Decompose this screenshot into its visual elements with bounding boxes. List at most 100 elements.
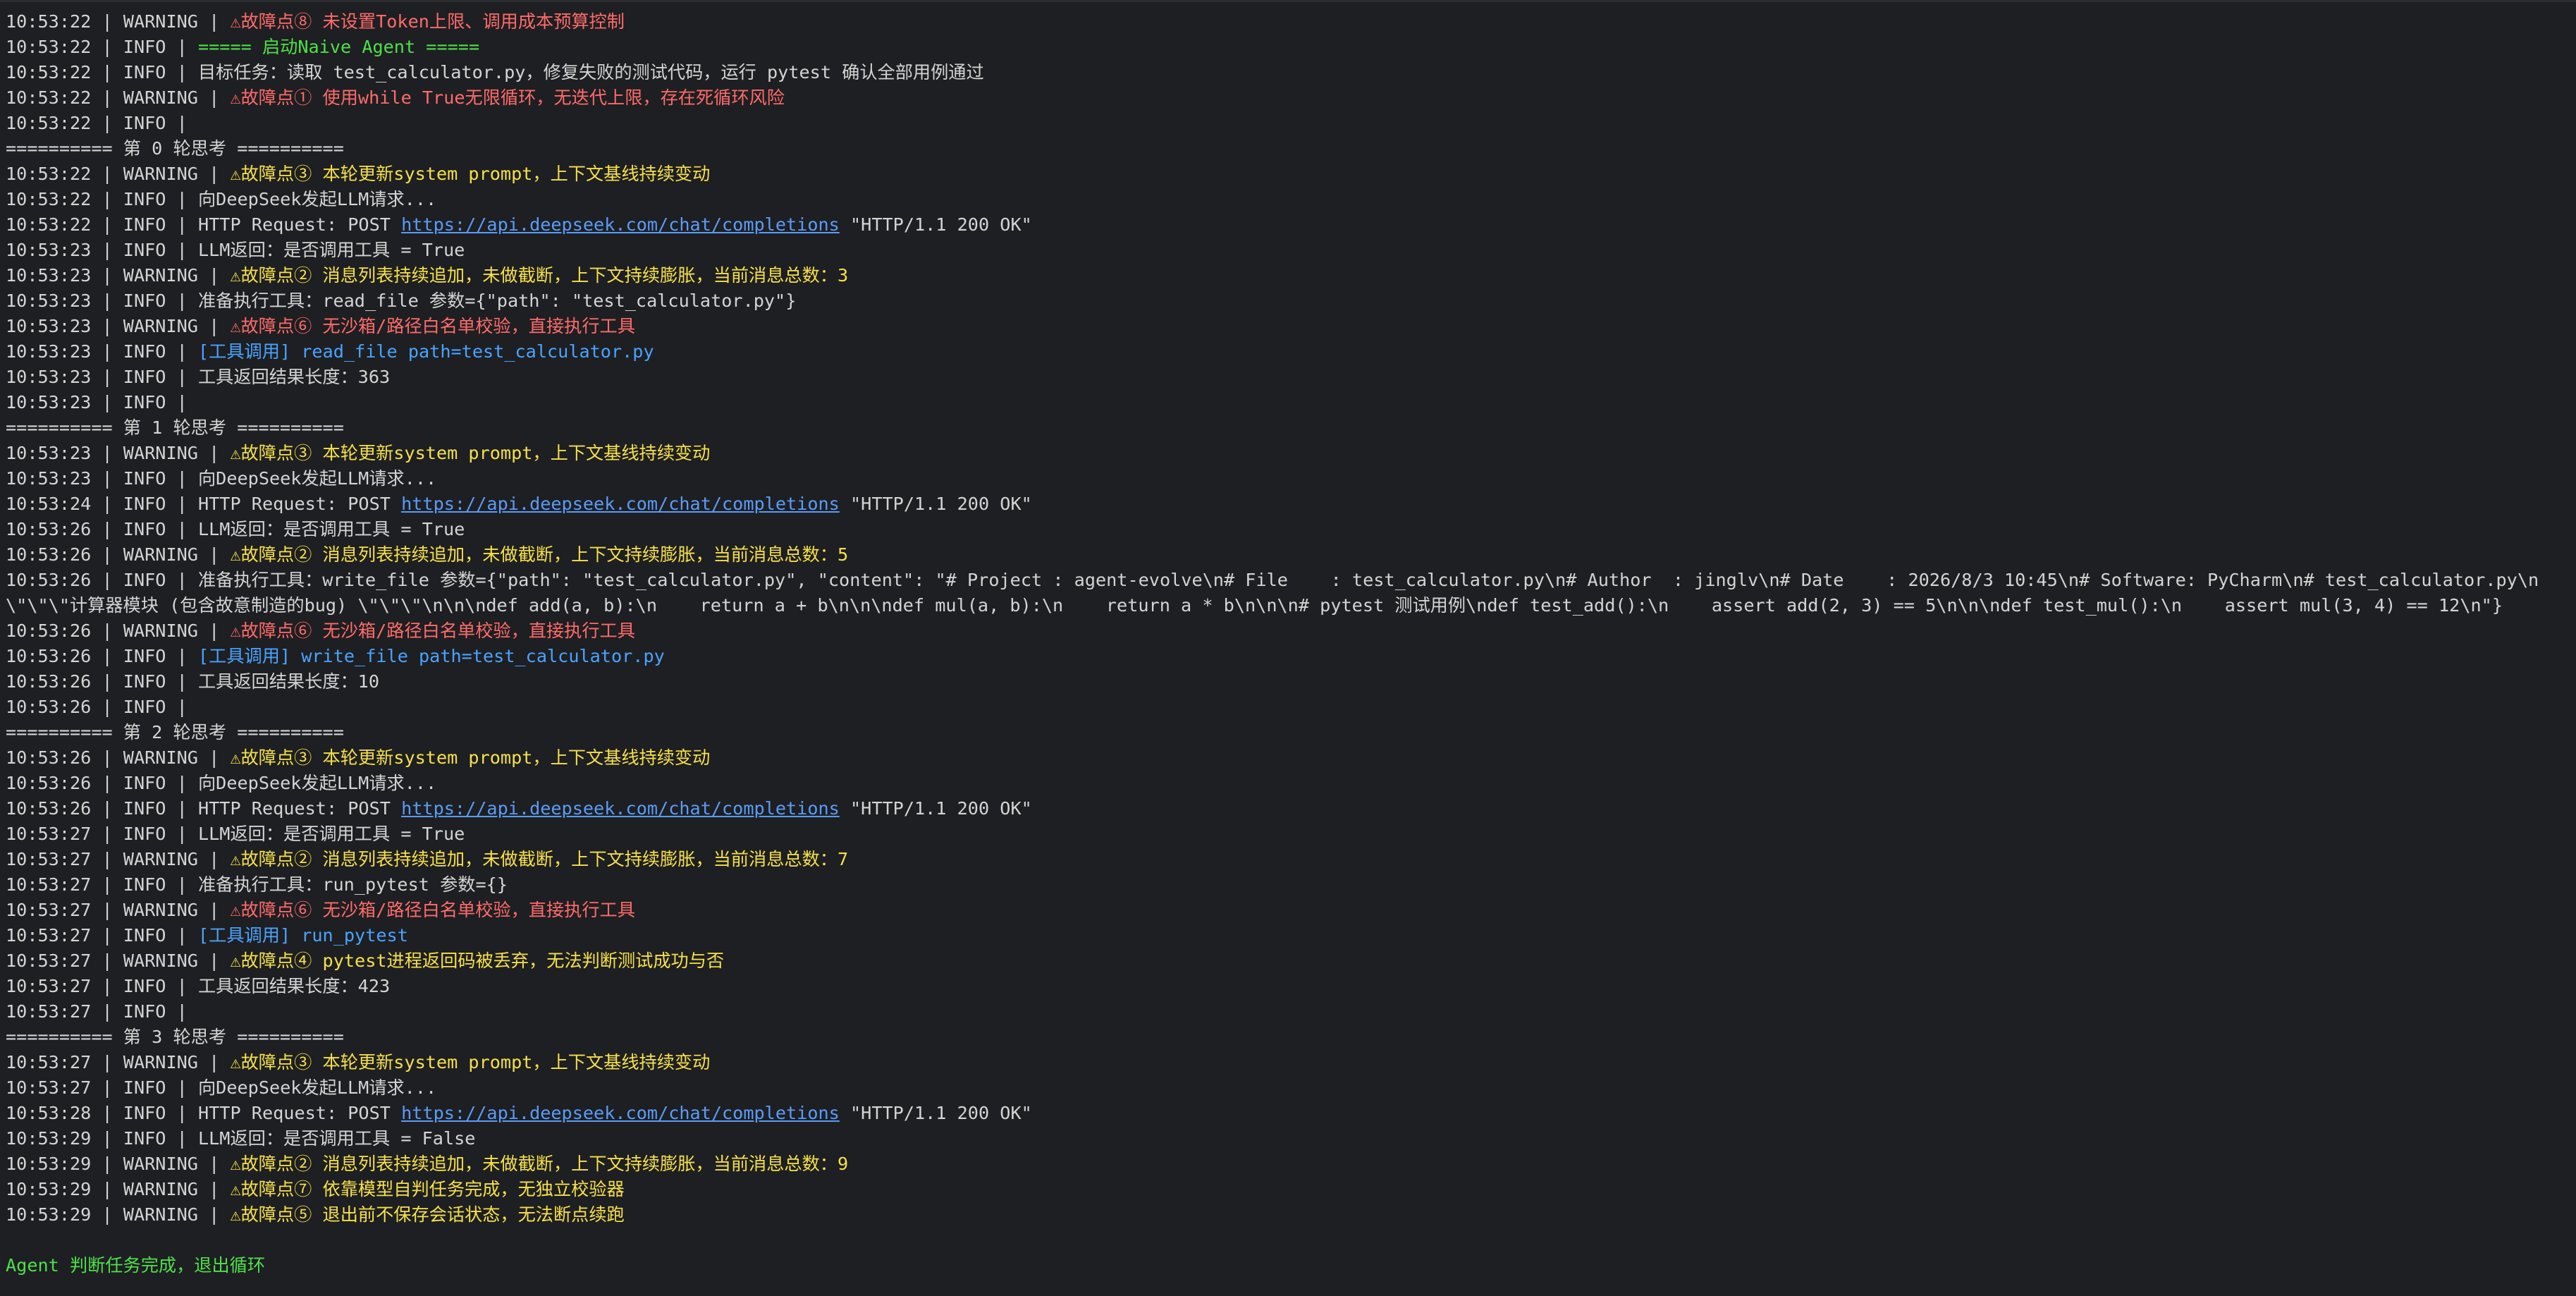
log-prefix: 10:53:23 | WARNING | [6,443,231,463]
http-status: "HTTP/1.1 200 OK" [839,494,1032,514]
round-separator: ========== 第 1 轮思考 ========== [6,415,2576,441]
log-prefix: 10:53:22 | INFO | [6,113,198,133]
log-line: 10:53:23 | WARNING | ⚠故障点⑥ 无沙箱/路径白名单校验，直… [6,314,2576,339]
log-prefix: 10:53:29 | WARNING | [6,1179,231,1199]
log-message: [工具调用] read_file path=test_calculator.py [197,341,654,362]
log-line: 10:53:23 | INFO | [6,390,2576,415]
log-message: ⚠故障点② 消息列表持续追加，未做截断，上下文持续膨胀，当前消息总数：5 [230,544,849,565]
log-prefix: 10:53:23 | WARNING | [6,316,231,336]
log-prefix: 10:53:26 | WARNING | [6,621,231,641]
log-line: 10:53:27 | WARNING | ⚠故障点② 消息列表持续追加，未做截断… [6,847,2576,872]
log-line: 10:53:29 | WARNING | ⚠故障点⑤ 退出前不保存会话状态，无法… [6,1202,2576,1228]
api-link[interactable]: https://api.deepseek.com/chat/completion… [401,798,840,819]
log-message: 向DeepSeek发起LLM请求... [197,468,437,489]
log-message: 工具返回结果长度：423 [197,976,391,996]
log-line: 10:53:27 | INFO | 准备执行工具：run_pytest 参数={… [6,872,2576,898]
log-line: 10:53:29 | INFO | LLM返回：是否调用工具 = False [6,1126,2576,1151]
log-message: Agent 判断任务完成，退出循环 [6,1255,266,1276]
log-prefix: 10:53:26 | INFO | [6,697,198,717]
log-message: 目标任务：读取 test_calculator.py，修复失败的测试代码，运行 … [197,62,984,82]
log-line: 10:53:28 | INFO | HTTP Request: POST htt… [6,1101,2576,1126]
api-link[interactable]: https://api.deepseek.com/chat/completion… [401,494,840,514]
log-line: 10:53:22 | WARNING | ⚠故障点① 使用while True无… [6,85,2576,111]
log-line: 10:53:26 | WARNING | ⚠故障点② 消息列表持续追加，未做截断… [6,542,2576,568]
log-prefix: 10:53:27 | INFO | [6,824,198,844]
log-message: ⚠故障点⑤ 退出前不保存会话状态，无法断点续跑 [230,1204,625,1225]
log-line: 10:53:23 | WARNING | ⚠故障点② 消息列表持续追加，未做截断… [6,263,2576,288]
log-message: HTTP Request: POST [197,1103,402,1123]
log-prefix: 10:53:23 | INFO | [6,367,198,387]
http-status: "HTTP/1.1 200 OK" [839,798,1032,819]
log-message: 工具返回结果长度：10 [197,671,379,692]
log-message: ========== 第 3 轮思考 ========== [6,1027,344,1047]
round-separator: ========== 第 2 轮思考 ========== [6,720,2576,745]
log-line: 10:53:26 | INFO | 准备执行工具：write_file 参数={… [6,568,2572,618]
log-message: LLM返回：是否调用工具 = False [197,1128,476,1149]
log-line: Agent 判断任务完成，退出循环 [6,1253,2576,1278]
api-link[interactable]: https://api.deepseek.com/chat/completion… [401,1103,840,1123]
log-line: 10:53:27 | WARNING | ⚠故障点④ pytest进程返回码被丢… [6,948,2576,974]
log-message: 向DeepSeek发起LLM请求... [197,1077,437,1098]
log-line: 10:53:22 | INFO | HTTP Request: POST htt… [6,212,2576,238]
log-prefix: 10:53:27 | INFO | [6,1077,198,1098]
log-message: HTTP Request: POST [197,494,402,514]
log-message: ===== 启动Naive Agent ===== [197,37,480,57]
log-prefix: 10:53:26 | INFO | [6,773,198,793]
log-prefix: 10:53:22 | INFO | [6,214,198,235]
log-line: 10:53:26 | WARNING | ⚠故障点⑥ 无沙箱/路径白名单校验，直… [6,618,2576,644]
log-prefix: 10:53:29 | INFO | [6,1128,198,1149]
log-line: 10:53:23 | INFO | LLM返回：是否调用工具 = True [6,238,2576,263]
api-link[interactable]: https://api.deepseek.com/chat/completion… [401,214,840,235]
log-prefix: 10:53:27 | INFO | [6,925,198,946]
log-prefix: 10:53:23 | INFO | [6,341,198,362]
log-prefix: 10:53:23 | WARNING | [6,265,231,286]
round-separator: ========== 第 3 轮思考 ========== [6,1025,2576,1050]
log-message: ⚠故障点⑥ 无沙箱/路径白名单校验，直接执行工具 [230,900,635,920]
log-message: ========== 第 1 轮思考 ========== [6,417,344,438]
http-status: "HTTP/1.1 200 OK" [839,1103,1032,1123]
log-prefix: 10:53:22 | WARNING | [6,164,231,184]
log-prefix: 10:53:26 | INFO | [6,570,198,590]
log-line: 10:53:26 | WARNING | ⚠故障点③ 本轮更新system pr… [6,745,2576,771]
log-message: ⚠故障点③ 本轮更新system prompt，上下文基线持续变动 [230,164,711,184]
log-prefix: 10:53:26 | INFO | [6,671,198,692]
log-message: LLM返回：是否调用工具 = True [197,519,465,539]
log-message: LLM返回：是否调用工具 = True [197,824,465,844]
log-line: 10:53:29 | WARNING | ⚠故障点② 消息列表持续追加，未做截断… [6,1151,2576,1177]
log-line: 10:53:22 | INFO | [6,111,2576,136]
log-message: [工具调用] run_pytest [197,925,408,946]
log-line: 10:53:26 | INFO | HTTP Request: POST htt… [6,796,2576,821]
log-line: 10:53:27 | INFO | LLM返回：是否调用工具 = True [6,821,2576,847]
log-prefix: 10:53:28 | INFO | [6,1103,198,1123]
log-prefix: 10:53:26 | WARNING | [6,747,231,768]
log-prefix: 10:53:26 | INFO | [6,519,198,539]
log-prefix: 10:53:22 | INFO | [6,189,198,209]
log-message: 工具返回结果长度：363 [197,367,391,387]
log-line: 10:53:26 | INFO | [工具调用] write_file path… [6,644,2576,669]
log-message: ⚠故障点③ 本轮更新system prompt，上下文基线持续变动 [230,443,711,463]
log-message: ========== 第 2 轮思考 ========== [6,722,344,742]
log-line: 10:53:23 | INFO | 向DeepSeek发起LLM请求... [6,466,2576,491]
log-message: ⚠故障点② 消息列表持续追加，未做截断，上下文持续膨胀，当前消息总数：9 [230,1154,849,1174]
log-prefix: 10:53:27 | INFO | [6,874,198,895]
http-status: "HTTP/1.1 200 OK" [839,214,1032,235]
log-line: 10:53:22 | WARNING | ⚠故障点③ 本轮更新system pr… [6,161,2576,187]
log-prefix: 10:53:22 | WARNING | [6,87,231,108]
log-line: 10:53:26 | INFO | [6,695,2576,720]
terminal-output[interactable]: 10:53:22 | WARNING | ⚠故障点⑧ 未设置Token上限、调用… [0,0,2576,1296]
log-message: HTTP Request: POST [197,798,402,819]
log-prefix: 10:53:24 | INFO | [6,494,198,514]
log-line: 10:53:26 | INFO | 工具返回结果长度：10 [6,669,2576,695]
log-message: LLM返回：是否调用工具 = True [197,240,465,260]
log-prefix: 10:53:26 | INFO | [6,646,198,666]
log-line: 10:53:27 | WARNING | ⚠故障点③ 本轮更新system pr… [6,1050,2576,1075]
log-prefix: 10:53:29 | WARNING | [6,1154,231,1174]
log-line: 10:53:26 | INFO | LLM返回：是否调用工具 = True [6,517,2576,542]
log-line: 10:53:27 | INFO | 工具返回结果长度：423 [6,974,2576,999]
log-line: 10:53:23 | INFO | [工具调用] read_file path=… [6,339,2576,365]
log-prefix: 10:53:27 | WARNING | [6,950,231,971]
log-prefix: 10:53:22 | WARNING | [6,11,231,32]
log-line: 10:53:27 | INFO | [6,999,2576,1025]
log-line: 10:53:23 | INFO | 准备执行工具：read_file 参数={"… [6,288,2576,314]
log-message: ⚠故障点⑦ 依靠模型自判任务完成，无独立校验器 [230,1179,625,1199]
